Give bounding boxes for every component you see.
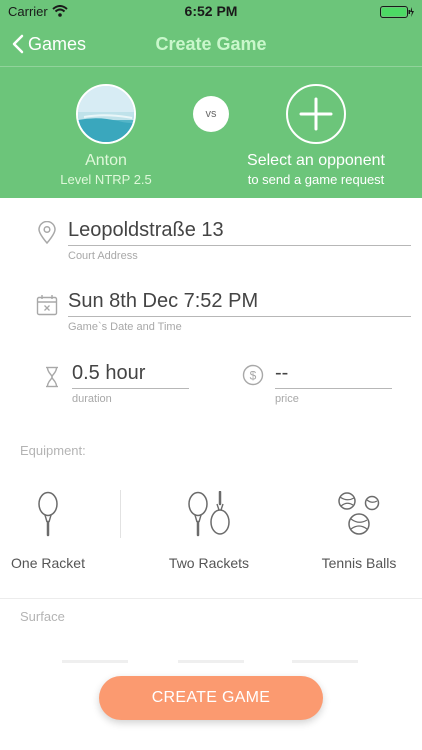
location-pin-icon	[37, 220, 57, 250]
section-divider	[0, 598, 422, 599]
duration-caption: duration	[72, 393, 112, 405]
duration-value[interactable]: 0.5 hour	[72, 362, 189, 385]
page-title: Create Game	[155, 34, 267, 54]
court-address-underline	[68, 245, 411, 246]
date-time-field[interactable]: Sun 8th Dec 7:52 PM Game`s Date and Time	[68, 290, 411, 333]
date-time-caption: Game`s Date and Time	[68, 321, 182, 333]
status-time: 6:52 PM	[184, 3, 238, 19]
equipment-two-rackets-label: Two Rackets	[168, 555, 250, 571]
header: Games Create Game Anton Level NTRP 2.5 v…	[0, 22, 422, 198]
duration-field[interactable]: 0.5 hour duration	[72, 362, 189, 405]
surface-label: Surface	[20, 609, 65, 624]
racket-icon	[0, 490, 108, 538]
calendar-icon	[36, 294, 58, 321]
battery-icon	[380, 5, 414, 23]
equipment-separator	[120, 490, 121, 538]
create-game-button[interactable]: CREATE GAME	[99, 676, 323, 720]
equipment-label: Equipment:	[20, 443, 86, 458]
equipment-tennis-balls[interactable]: Tennis Balls	[299, 490, 419, 578]
status-bar: Carrier 6:52 PM	[0, 0, 422, 22]
svg-text:$: $	[250, 369, 257, 383]
price-underline	[275, 388, 392, 389]
equipment-one-racket[interactable]: One Racket	[0, 490, 108, 578]
vs-badge: vs	[193, 96, 229, 132]
price-caption: price	[275, 393, 299, 405]
date-time-underline	[68, 316, 411, 317]
dollar-icon: $	[242, 364, 264, 391]
court-address-field[interactable]: Leopoldstraße 13 Court Address	[68, 219, 411, 262]
player-level: Level NTRP 2.5	[60, 172, 152, 187]
hourglass-icon	[44, 366, 60, 393]
player-name: Anton	[85, 152, 127, 169]
court-address-caption: Court Address	[68, 250, 138, 262]
court-address-value[interactable]: Leopoldstraße 13	[68, 219, 411, 242]
tennis-balls-icon	[299, 490, 419, 538]
select-opponent-title[interactable]: Select an opponent	[226, 152, 406, 170]
select-opponent-subtitle: to send a game request	[247, 172, 385, 187]
equipment-two-rackets[interactable]: Two Rackets	[149, 490, 269, 578]
add-opponent-button[interactable]	[286, 84, 346, 144]
duration-underline	[72, 388, 189, 389]
surface-option[interactable]	[292, 660, 358, 663]
surface-option[interactable]	[178, 660, 244, 663]
equipment-one-racket-label: One Racket	[11, 555, 85, 571]
price-field[interactable]: -- price	[275, 362, 392, 405]
two-rackets-icon	[149, 490, 269, 538]
date-time-value[interactable]: Sun 8th Dec 7:52 PM	[68, 290, 411, 313]
price-value[interactable]: --	[275, 362, 392, 385]
plus-icon	[299, 97, 333, 131]
surface-option[interactable]	[62, 660, 128, 663]
equipment-tennis-balls-label: Tennis Balls	[321, 555, 397, 571]
nav-divider	[0, 66, 422, 67]
avatar[interactable]	[76, 84, 136, 144]
